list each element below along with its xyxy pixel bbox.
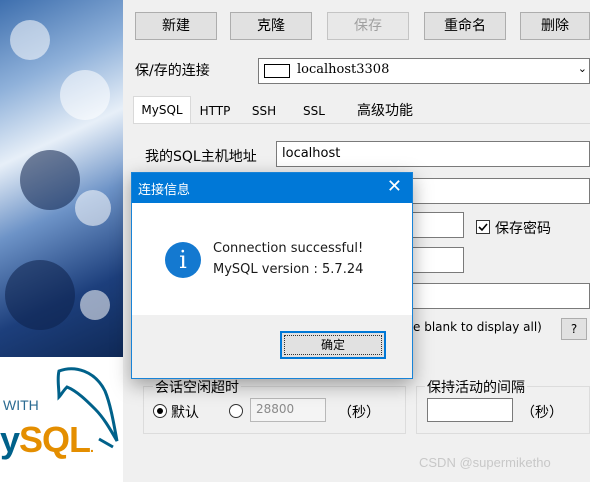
puzzle-piece bbox=[10, 20, 50, 60]
tab-http[interactable]: HTTP bbox=[193, 100, 237, 124]
seconds-label: （秒） bbox=[338, 405, 380, 421]
idle-timeout-title: 会话空闲超时 bbox=[153, 377, 241, 397]
saved-connection-select[interactable]: localhost3308 ⌄ bbox=[258, 58, 590, 84]
clone-button[interactable]: 克隆 bbox=[230, 12, 312, 40]
tab-mysql[interactable]: MySQL bbox=[133, 96, 191, 124]
puzzle-artwork bbox=[0, 0, 123, 357]
tab-ssh[interactable]: SSH bbox=[242, 100, 286, 124]
ok-focus-ring bbox=[284, 335, 382, 355]
puzzle-piece bbox=[20, 150, 80, 210]
saved-connections-label: 保/存的连接 bbox=[135, 63, 210, 79]
connection-info-dialog: 连接信息 ✕ i Connection successful! MySQL ve… bbox=[131, 172, 413, 379]
watermark: CSDN @supermiketho bbox=[419, 455, 551, 470]
database-hint: e blank to display all) bbox=[413, 320, 542, 334]
connection-color-swatch bbox=[264, 64, 290, 78]
user-input[interactable] bbox=[400, 178, 590, 204]
save-button[interactable]: 保存 bbox=[327, 12, 409, 40]
close-icon[interactable]: ✕ bbox=[387, 176, 402, 197]
wordmark-sql: SQL bbox=[19, 419, 91, 460]
mysql-wordmark: ySQL. bbox=[0, 419, 94, 461]
info-icon: i bbox=[165, 242, 201, 278]
chevron-down-icon[interactable]: ⌄ bbox=[578, 62, 587, 75]
keepalive-seconds-label: （秒） bbox=[521, 405, 563, 421]
puzzle-piece bbox=[75, 190, 111, 226]
message-line-2: MySQL version : 5.7.24 bbox=[213, 262, 364, 277]
with-text: WITH bbox=[3, 397, 39, 413]
puzzle-piece bbox=[60, 70, 110, 120]
save-password-checkbox[interactable] bbox=[476, 220, 490, 234]
tab-ssl[interactable]: SSL bbox=[292, 100, 336, 124]
rename-button[interactable]: 重命名 bbox=[424, 12, 506, 40]
wordmark-dot: . bbox=[90, 439, 94, 455]
mysql-logo: WITH ySQL. bbox=[0, 357, 123, 482]
help-button[interactable]: ? bbox=[561, 318, 587, 340]
default-radio[interactable] bbox=[153, 404, 167, 418]
host-label: 我的SQL主机地址 bbox=[145, 149, 257, 165]
dialog-titlebar[interactable]: 连接信息 ✕ bbox=[132, 173, 412, 203]
wordmark-y: y bbox=[0, 419, 20, 460]
tab-advanced[interactable]: 高级功能 bbox=[348, 100, 422, 124]
puzzle-piece bbox=[80, 290, 110, 320]
idle-timeout-input[interactable]: 28800 bbox=[250, 398, 326, 422]
saved-connection-value: localhost3308 bbox=[297, 62, 390, 77]
host-input[interactable]: localhost bbox=[276, 141, 590, 167]
delete-button[interactable]: 删除 bbox=[520, 12, 590, 40]
save-password-label: 保存密码 bbox=[495, 221, 551, 237]
message-line-1: Connection successful! bbox=[213, 241, 364, 256]
keepalive-title: 保持活动的间隔 bbox=[425, 377, 527, 397]
puzzle-piece bbox=[5, 260, 75, 330]
dialog-title: 连接信息 bbox=[138, 183, 191, 198]
keepalive-input[interactable] bbox=[427, 398, 513, 422]
checkmark-icon bbox=[478, 223, 488, 232]
idle-timeout-value: 28800 bbox=[256, 402, 295, 416]
custom-radio[interactable] bbox=[229, 404, 243, 418]
default-label: 默认 bbox=[171, 405, 199, 421]
mysql-artwork: WITH ySQL. bbox=[0, 0, 123, 482]
host-value: localhost bbox=[282, 146, 341, 161]
database-input[interactable] bbox=[400, 283, 590, 309]
ok-button[interactable]: 确定 bbox=[280, 331, 386, 359]
new-button[interactable]: 新建 bbox=[135, 12, 217, 40]
dialog-footer: 确定 bbox=[132, 315, 412, 378]
